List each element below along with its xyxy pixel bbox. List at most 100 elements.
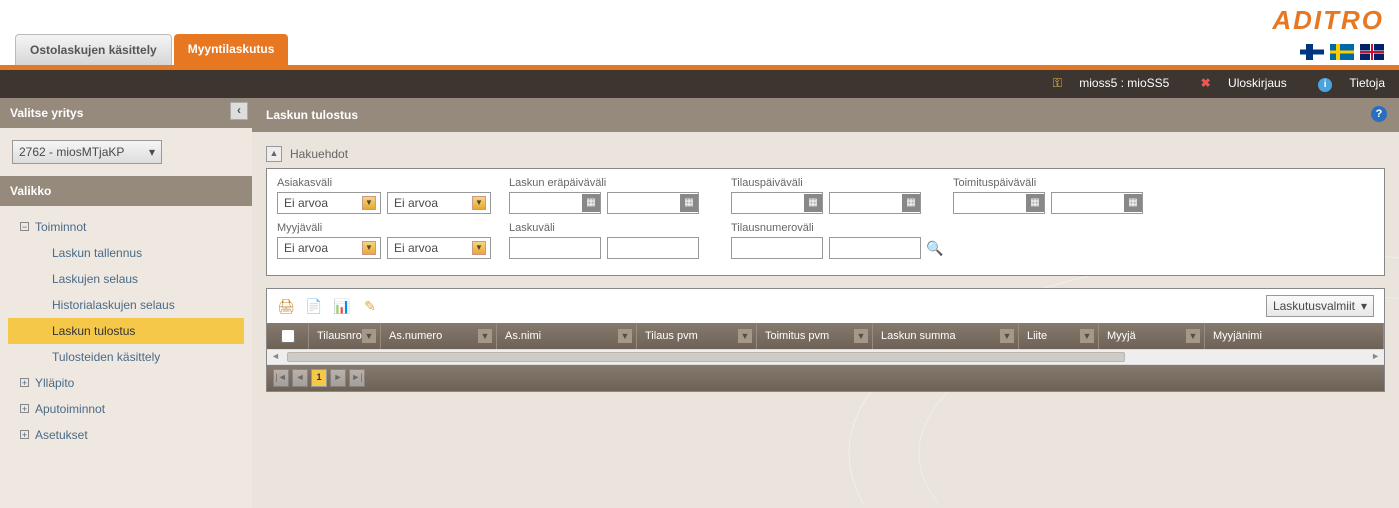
tree-historia[interactable]: Historialaskujen selaus (0, 292, 252, 318)
col-tilauspvm[interactable]: Tilaus pvm▼ (637, 323, 757, 349)
info-icon: i (1318, 78, 1332, 92)
erapaiva-to-input[interactable]: ▦ (607, 192, 699, 214)
pager-first-button[interactable]: |◄ (273, 369, 289, 387)
menu-tree: −Toiminnot Laskun tallennus Laskujen sel… (0, 206, 252, 456)
label-toimituspaiva: Toimituspäiväväli (953, 177, 1167, 189)
tilausnro-from-input[interactable] (731, 237, 823, 259)
scrollbar-thumb[interactable] (287, 352, 1125, 362)
tab-ostolaskut[interactable]: Ostolaskujen käsittely (15, 34, 172, 65)
toimituspaiva-to-input[interactable]: ▦ (1051, 192, 1143, 214)
select-all-header (267, 323, 309, 349)
col-asnumero[interactable]: As.numero▼ (381, 323, 497, 349)
user-label: mioss5 : mioSS5 (1079, 76, 1169, 90)
user-bar: ⚿ mioss5 : mioSS5 ✖ Uloskirjaus i Tietoj… (0, 70, 1399, 98)
pager-prev-button[interactable]: ◄ (292, 369, 308, 387)
info-link[interactable]: Tietoja (1349, 76, 1385, 90)
lasku-from-input[interactable] (509, 237, 601, 259)
collapse-icon: − (20, 222, 29, 231)
tree-yllapito[interactable]: +Ylläpito (0, 370, 252, 396)
filter-icon[interactable]: ▼ (854, 329, 868, 343)
search-header: ▲ Hakuehdot (266, 146, 1385, 162)
calendar-icon[interactable]: ▦ (902, 194, 920, 212)
grid-header-row: Tilausnro▼ As.numero▼ As.nimi▼ Tilaus pv… (267, 323, 1384, 349)
col-myyjanimi[interactable]: Myyjänimi (1205, 323, 1384, 349)
label-laskuvali: Laskuväli (509, 222, 723, 234)
tilauspaiva-to-input[interactable]: ▦ (829, 192, 921, 214)
flag-swedish[interactable] (1330, 44, 1354, 60)
calendar-icon[interactable]: ▦ (804, 194, 822, 212)
key-icon: ⚿ (1053, 76, 1062, 90)
main-content: Laskun tulostus ? ▲ Hakuehdot Asiakasväl… (252, 98, 1399, 508)
brand-logo: ADITRO (1272, 5, 1384, 36)
expand-icon: + (20, 404, 29, 413)
excel-icon[interactable]: 📊 (333, 297, 351, 315)
tree-asetukset[interactable]: +Asetukset (0, 422, 252, 448)
tree-laskujen-selaus[interactable]: Laskujen selaus (0, 266, 252, 292)
col-laskunsumma[interactable]: Laskun summa▼ (873, 323, 1019, 349)
help-icon[interactable]: ? (1371, 106, 1387, 122)
col-liite[interactable]: Liite▼ (1019, 323, 1099, 349)
search-collapse-button[interactable]: ▲ (266, 146, 282, 162)
print-icon[interactable]: 🖨 (277, 297, 295, 315)
pager-last-button[interactable]: ►| (349, 369, 365, 387)
col-toimituspvm[interactable]: Toimitus pvm▼ (757, 323, 873, 349)
dropdown-arrow-icon: ▼ (362, 241, 376, 255)
flag-finnish[interactable] (1300, 44, 1324, 60)
calendar-icon[interactable]: ▦ (1026, 194, 1044, 212)
filter-icon[interactable]: ▼ (478, 329, 492, 343)
status-filter-select[interactable]: Laskutusvalmiit▾ (1266, 295, 1374, 317)
filter-icon[interactable]: ▼ (362, 329, 376, 343)
menu-header: Valikko (0, 176, 252, 206)
language-flags (1300, 44, 1384, 60)
select-all-checkbox[interactable] (281, 329, 295, 343)
col-asnimi[interactable]: As.nimi▼ (497, 323, 637, 349)
company-value: 2762 - miosMTjaKP (19, 145, 124, 159)
col-myyja[interactable]: Myyjä▼ (1099, 323, 1205, 349)
main-tabs: Ostolaskujen käsittely Myyntilaskutus (15, 34, 288, 65)
tree-laskun-tulostus[interactable]: Laskun tulostus (8, 318, 244, 344)
col-tilausnro[interactable]: Tilausnro▼ (309, 323, 381, 349)
expand-icon: + (20, 378, 29, 387)
logout-link[interactable]: Uloskirjaus (1228, 76, 1287, 90)
calendar-icon[interactable]: ▦ (582, 194, 600, 212)
pager-next-button[interactable]: ► (330, 369, 346, 387)
asiakas-from-select[interactable]: Ei arvoa▼ (277, 192, 381, 214)
edit-icon[interactable]: ✎ (361, 297, 379, 315)
tree-aputoiminnot[interactable]: +Aputoiminnot (0, 396, 252, 422)
calendar-icon[interactable]: ▦ (1124, 194, 1142, 212)
filter-icon[interactable]: ▼ (1000, 329, 1014, 343)
grid-horizontal-scrollbar[interactable] (267, 349, 1384, 365)
dropdown-arrow-icon: ▼ (472, 241, 486, 255)
calendar-icon[interactable]: ▦ (680, 194, 698, 212)
grid-toolbar: 🖨 📄 📊 ✎ Laskutusvalmiit▾ (267, 289, 1384, 323)
hakuehdot-label: Hakuehdot (290, 147, 348, 161)
flag-english[interactable] (1360, 44, 1384, 60)
label-tilauspaiva: Tilauspäiväväli (731, 177, 945, 189)
tab-myyntilaskutus[interactable]: Myyntilaskutus (174, 34, 289, 65)
tree-toiminnot[interactable]: −Toiminnot (0, 214, 252, 240)
toimituspaiva-from-input[interactable]: ▦ (953, 192, 1045, 214)
tilauspaiva-from-input[interactable]: ▦ (731, 192, 823, 214)
filter-icon[interactable]: ▼ (738, 329, 752, 343)
pager-page-1[interactable]: 1 (311, 369, 327, 387)
pdf-icon[interactable]: 📄 (305, 297, 323, 315)
dropdown-arrow-icon: ▼ (362, 196, 376, 210)
company-select[interactable]: 2762 - miosMTjaKP ▾ (12, 140, 162, 164)
filter-icon[interactable]: ▼ (1186, 329, 1200, 343)
lasku-to-input[interactable] (607, 237, 699, 259)
myyja-from-select[interactable]: Ei arvoa▼ (277, 237, 381, 259)
tilausnro-to-input[interactable] (829, 237, 921, 259)
filter-icon[interactable]: ▼ (618, 329, 632, 343)
tree-laskun-tallennus[interactable]: Laskun tallennus (0, 240, 252, 266)
sidebar: Valitse yritys ‹ 2762 - miosMTjaKP ▾ Val… (0, 98, 252, 508)
label-tilausnumero: Tilausnumeroväli (731, 222, 945, 234)
search-box: Asiakasväli Ei arvoa▼ Ei arvoa▼ Laskun e… (266, 168, 1385, 276)
asiakas-to-select[interactable]: Ei arvoa▼ (387, 192, 491, 214)
filter-icon[interactable]: ▼ (1080, 329, 1094, 343)
tree-tulosteiden[interactable]: Tulosteiden käsittely (0, 344, 252, 370)
erapaiva-from-input[interactable]: ▦ (509, 192, 601, 214)
sidebar-collapse-button[interactable]: ‹ (230, 102, 248, 120)
search-icon[interactable]: 🔍 (927, 240, 943, 256)
myyja-to-select[interactable]: Ei arvoa▼ (387, 237, 491, 259)
label-asiakasvali: Asiakasväli (277, 177, 501, 189)
